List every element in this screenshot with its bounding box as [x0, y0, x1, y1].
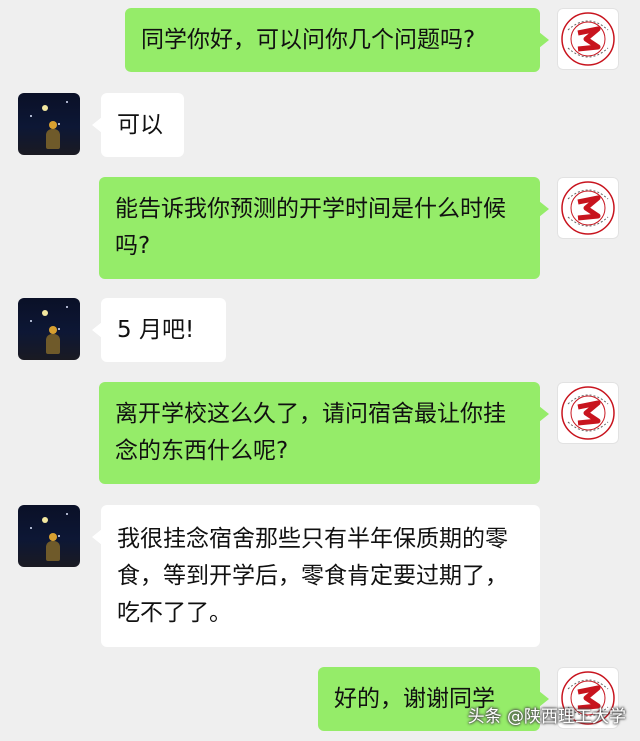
university-emblem-icon[interactable]	[557, 177, 619, 239]
message-bubble[interactable]: 可以	[92, 93, 184, 157]
message-bubble[interactable]: 我很挂念宿舍那些只有半年保质期的零食，等到开学后，零食肯定要过期了，吃不了了。	[92, 505, 540, 647]
message-text: 我很挂念宿舍那些只有半年保质期的零食，等到开学后，零食肯定要过期了，吃不了了。	[117, 526, 508, 626]
night-sky-avatar-icon[interactable]	[18, 298, 80, 360]
message-text: 离开学校这么久了，请问宿舍最让你挂念的东西什么呢?	[115, 401, 506, 464]
message-text: 同学你好，可以问你几个问题吗?	[141, 27, 476, 53]
message-text: 5 月吧!	[117, 317, 195, 343]
night-sky-avatar-icon[interactable]	[18, 93, 80, 155]
message-bubble[interactable]: 5 月吧!	[92, 298, 226, 362]
message-text: 能告诉我你预测的开学时间是什么时候吗?	[115, 196, 506, 259]
message-text: 可以	[117, 112, 163, 138]
university-emblem-icon[interactable]	[557, 382, 619, 444]
night-sky-avatar-icon[interactable]	[18, 505, 80, 567]
message-bubble[interactable]: 离开学校这么久了，请问宿舍最让你挂念的东西什么呢?	[99, 382, 549, 484]
university-emblem-icon[interactable]	[557, 8, 619, 70]
message-bubble[interactable]: 能告诉我你预测的开学时间是什么时候吗?	[99, 177, 549, 279]
message-bubble[interactable]: 同学你好，可以问你几个问题吗?	[125, 8, 549, 72]
watermark: 头条 @陕西理工大学	[467, 707, 626, 727]
